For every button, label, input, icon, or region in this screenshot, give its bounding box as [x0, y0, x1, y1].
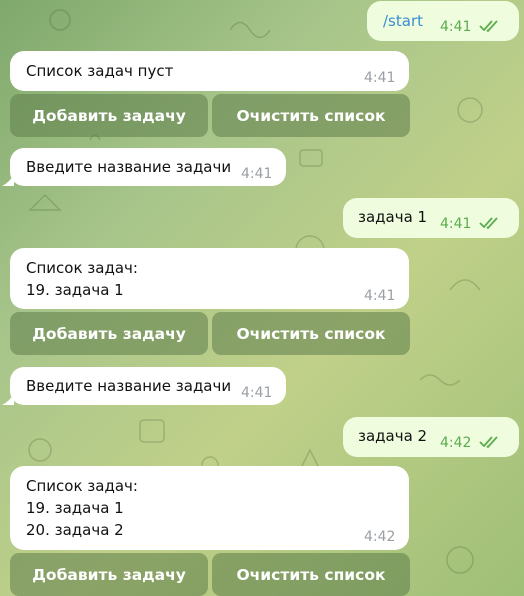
message-incoming: Введите название задачи 4:41: [10, 148, 286, 186]
clear-list-button[interactable]: Очистить список: [212, 94, 410, 137]
message-time: 4:41: [241, 166, 273, 182]
message-text: Введите название задачи: [26, 158, 232, 176]
double-check-icon: [479, 436, 498, 448]
add-task-button[interactable]: Добавить задачу: [10, 312, 208, 355]
message-text-line: Список задач:: [26, 477, 138, 495]
message-incoming: Введите название задачи 4:41: [10, 367, 286, 405]
clear-list-button[interactable]: Очистить список: [212, 312, 410, 355]
double-check-icon: [479, 217, 498, 229]
message-text-line: 19. задача 1: [26, 281, 124, 299]
message-outgoing: задача 2 4:42: [343, 417, 519, 457]
message-incoming: Список задач: 19. задача 1 20. задача 2 …: [10, 466, 409, 550]
message-text: Список задач пуст: [26, 62, 174, 80]
message-outgoing: /start 4:41: [367, 1, 519, 41]
bubble-tail: [2, 174, 14, 186]
add-task-button[interactable]: Добавить задачу: [10, 94, 208, 137]
bubble-tail: [2, 393, 14, 405]
message-time: 4:41: [364, 288, 396, 304]
message-time: 4:42: [364, 529, 396, 545]
message-text-line: Список задач:: [26, 259, 138, 277]
message-text-command[interactable]: /start: [383, 10, 423, 32]
double-check-icon: [479, 20, 498, 32]
message-incoming: Список задач пуст 4:41: [10, 51, 409, 91]
message-text: Введите название задачи: [26, 377, 232, 395]
message-incoming: Список задач: 19. задача 1 4:41: [10, 248, 409, 309]
message-time: 4:42: [440, 435, 472, 451]
message-text-line: 19. задача 1: [26, 499, 124, 517]
message-time: 4:41: [364, 70, 396, 86]
message-outgoing: задача 1 4:41: [343, 198, 519, 238]
message-text-line: 20. задача 2: [26, 521, 124, 539]
add-task-button[interactable]: Добавить задачу: [10, 553, 208, 596]
message-text: задача 2: [358, 427, 428, 445]
message-text: задача 1: [358, 208, 428, 226]
clear-list-button[interactable]: Очистить список: [212, 553, 410, 596]
message-time: 4:41: [440, 216, 472, 232]
message-time: 4:41: [440, 19, 472, 35]
message-time: 4:41: [241, 385, 273, 401]
